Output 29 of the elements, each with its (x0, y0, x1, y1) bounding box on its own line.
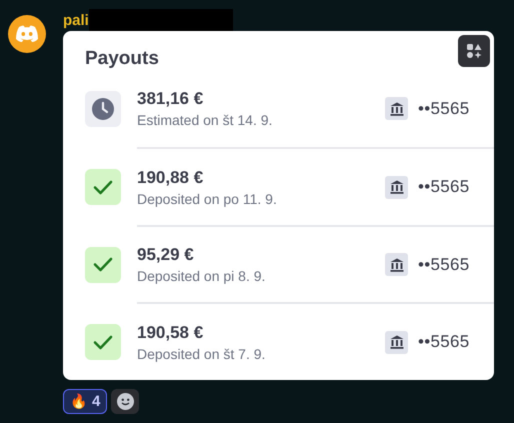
reaction-button[interactable]: 🔥 4 (63, 389, 108, 414)
payout-status: Deposited on po 11. 9. (137, 190, 278, 207)
app-button[interactable] (458, 35, 490, 67)
check-icon (93, 180, 113, 195)
smiley-icon (116, 393, 134, 410)
account-number: ••5565 (418, 177, 471, 198)
check-icon (93, 257, 113, 272)
payout-status: Deposited on št 7. 9. (137, 346, 266, 362)
game-controller-icon (15, 25, 39, 43)
bank-icon (385, 176, 408, 199)
username[interactable]: pali (63, 12, 89, 29)
shapes-icon (466, 43, 482, 59)
payout-status: Deposited on pi 8. 9. (137, 268, 266, 284)
bank-icon (385, 330, 408, 354)
payout-status: Estimated on št 14. 9. (137, 112, 274, 128)
account-number: ••5565 (418, 332, 471, 352)
bank-icon (385, 253, 408, 276)
payout-amount: 190,88 € (137, 168, 204, 188)
payout-amount: 381,16 € (137, 89, 204, 110)
check-icon (93, 334, 113, 350)
payout-amount: 95,29 € (137, 245, 195, 266)
account-number: ••5565 (418, 254, 471, 275)
clock-icon (92, 98, 114, 120)
bank-icon (385, 97, 408, 120)
card-title: Payouts (85, 48, 159, 70)
account-number: ••5565 (418, 98, 471, 119)
add-reaction-button[interactable] (111, 389, 140, 414)
avatar[interactable] (8, 15, 46, 53)
payout-amount: 190,58 € (137, 322, 204, 343)
